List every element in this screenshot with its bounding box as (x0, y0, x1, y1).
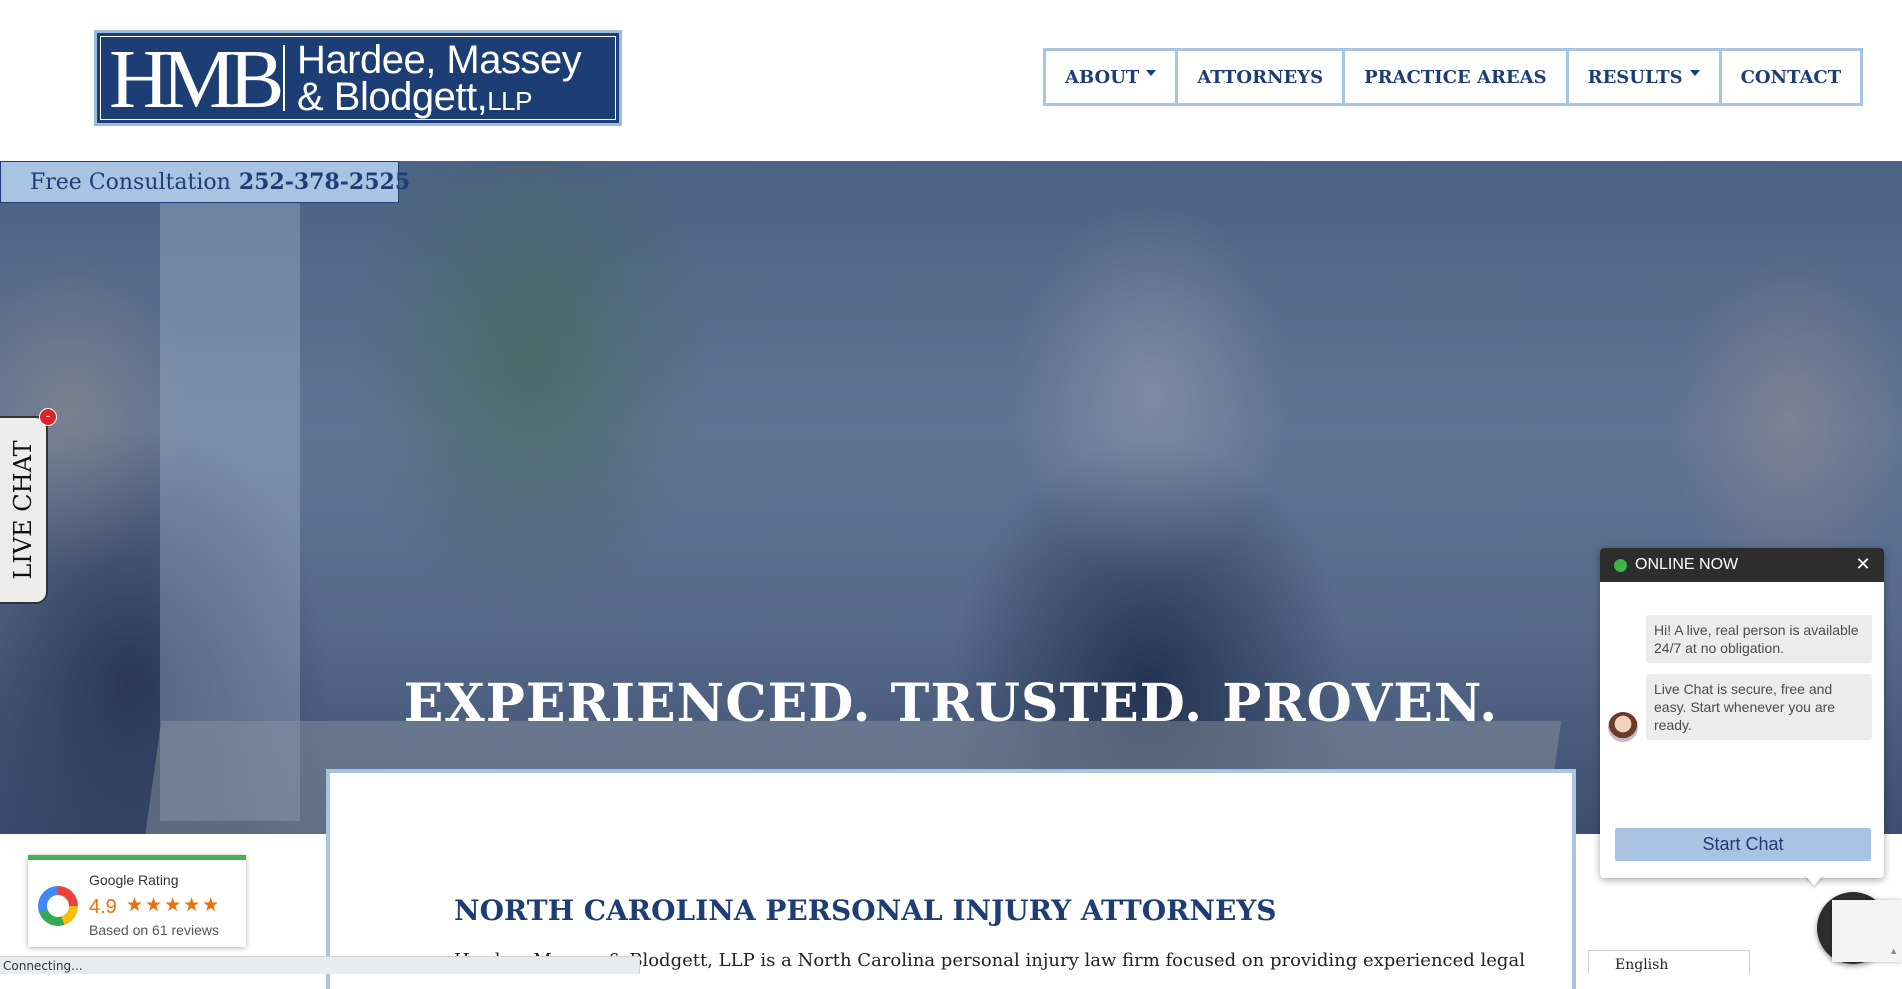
chat-message: Live Chat is secure, free and easy. Star… (1646, 674, 1872, 740)
live-chat-tab-label: LIVE CHAT (9, 440, 37, 580)
logo-name-line2-text: & Blodgett, (297, 75, 488, 119)
agent-avatar (1608, 712, 1638, 742)
logo-divider (283, 45, 285, 111)
minus-icon[interactable]: – (39, 408, 57, 426)
nav-about[interactable]: ABOUT (1046, 51, 1179, 103)
logo-llp: LLP (487, 86, 532, 116)
chat-widget-pointer (1804, 874, 1824, 886)
nav-results-label: RESULTS (1587, 66, 1683, 88)
browser-status-bar: Connecting... (0, 956, 640, 974)
nav-contact-label: CONTACT (1740, 66, 1842, 88)
chat-message: Hi! A live, real person is available 24/… (1646, 615, 1872, 663)
nav-attorneys-label: ATTORNEYS (1197, 66, 1324, 88)
chevron-down-icon (1146, 70, 1157, 76)
google-rating-label: Google Rating (89, 872, 179, 888)
google-rating-badge[interactable]: Google Rating 4.9 ★★★★★ Based on 61 revi… (28, 855, 246, 947)
recaptcha-icon: ▲ (1889, 946, 1898, 956)
language-selector[interactable]: English (1588, 950, 1750, 974)
chat-status-label: ONLINE NOW (1635, 556, 1739, 573)
section-title: NORTH CAROLINA PERSONAL INJURY ATTORNEYS (454, 894, 1277, 927)
logo-monogram: HMB (109, 33, 284, 126)
google-logo-icon (38, 886, 78, 926)
recaptcha-badge[interactable]: ▲ (1832, 900, 1902, 962)
google-rating-score: 4.9 (89, 896, 117, 918)
logo-name-line2: & Blodgett,LLP (297, 75, 532, 120)
nav-practice-areas[interactable]: PRACTICE AREAS (1345, 51, 1569, 103)
consultation-phone[interactable]: 252-378-2525 (239, 169, 410, 195)
nav-results[interactable]: RESULTS (1569, 51, 1722, 103)
chat-header: ONLINE NOW (1600, 548, 1884, 582)
nav-about-label: ABOUT (1065, 66, 1140, 88)
close-icon[interactable]: ✕ (1852, 554, 1874, 576)
site-header: HMB Hardee, Massey & Blodgett,LLP ABOUT … (0, 0, 1902, 161)
consultation-label: Free Consultation (30, 169, 231, 195)
main-nav: ABOUT ATTORNEYS PRACTICE AREAS RESULTS C… (1043, 48, 1864, 106)
chat-widget: ONLINE NOW ✕ Hi! A live, real person is … (1600, 548, 1884, 878)
online-status-icon (1614, 558, 1627, 572)
nav-contact[interactable]: CONTACT (1722, 51, 1861, 103)
chevron-down-icon (1689, 70, 1700, 76)
live-chat-tab[interactable]: LIVE CHAT (0, 416, 48, 604)
star-rating-icon: ★★★★★ (126, 894, 222, 916)
firm-logo[interactable]: HMB Hardee, Massey & Blodgett,LLP (94, 30, 622, 126)
google-review-count: Based on 61 reviews (89, 922, 219, 938)
free-consultation-banner[interactable]: Free Consultation 252-378-2525 (0, 161, 410, 203)
nav-practice-areas-label: PRACTICE AREAS (1364, 66, 1547, 88)
start-chat-button[interactable]: Start Chat (1615, 828, 1871, 861)
nav-attorneys[interactable]: ATTORNEYS (1178, 51, 1346, 103)
